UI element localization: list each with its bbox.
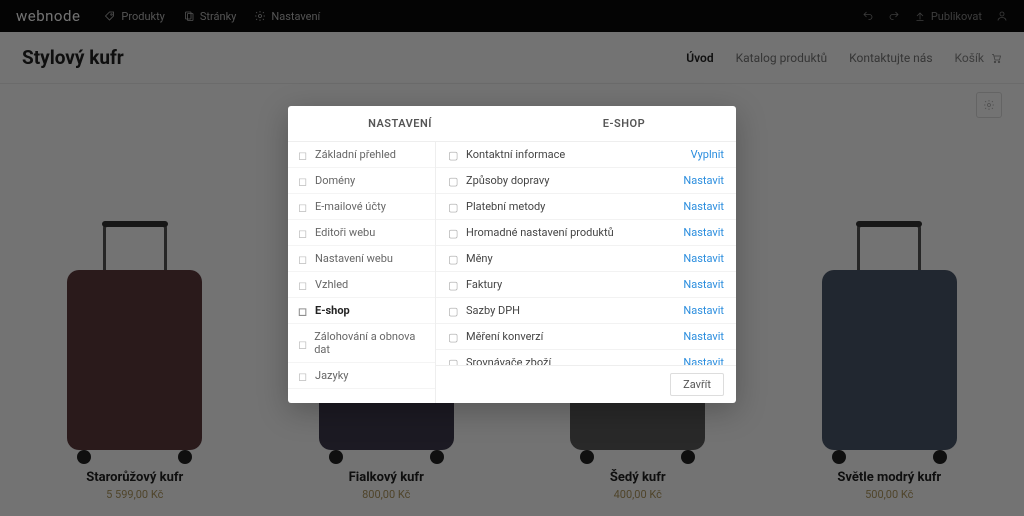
row-icon: ▢ xyxy=(448,175,459,186)
row-icon: ▢ xyxy=(448,331,459,342)
row-label: Hromadné nastavení produktů xyxy=(466,226,614,239)
sidebar-item-icon: ◻ xyxy=(298,305,309,316)
sidebar-item-icon: ◻ xyxy=(298,253,309,264)
sidebar-item-label: Editoři webu xyxy=(315,226,375,239)
modal-panel: ▢ Kontaktní informace Vyplnit ▢ Způsoby dopr… xyxy=(436,142,736,403)
row-action-link[interactable]: Nastavit xyxy=(683,304,724,317)
modal-sidebar: ◻Základní přehled◻Domény◻E-mailové účty◻… xyxy=(288,142,436,403)
row-icon: ▢ xyxy=(448,201,459,212)
sidebar-item[interactable]: ◻ Zálohování a obnova dat xyxy=(288,324,435,363)
row-label: Faktury xyxy=(466,278,502,291)
row-action-link[interactable]: Nastavit xyxy=(683,252,724,265)
settings-row: ▢ Srovnávače zboží Nastavit xyxy=(436,350,736,365)
sidebar-item[interactable]: ◻ Nastavení webu xyxy=(288,246,435,272)
close-button[interactable]: Zavřít xyxy=(670,373,724,396)
row-icon: ▢ xyxy=(448,305,459,316)
sidebar-item-label: Základní přehled xyxy=(315,148,396,161)
settings-row: ▢ Sazby DPH Nastavit xyxy=(436,298,736,324)
sidebar-item[interactable]: ◻ Vzhled xyxy=(288,272,435,298)
sidebar-item-icon: ◻ xyxy=(298,338,308,349)
row-icon: ▢ xyxy=(448,357,459,365)
settings-row: ▢ Hromadné nastavení produktů Nastavit xyxy=(436,220,736,246)
sidebar-item-icon: ◻ xyxy=(298,201,309,212)
row-label: Měny xyxy=(466,252,493,265)
sidebar-item[interactable]: ◻ Základní přehled xyxy=(288,142,435,168)
row-action-link[interactable]: Nastavit xyxy=(683,356,724,365)
settings-modal: NASTAVENÍ E-SHOP ◻ Základní přehled ◻ Domén… xyxy=(288,106,736,403)
modal-footer: Zavřít xyxy=(436,365,736,403)
row-action-link[interactable]: Nastavit xyxy=(683,174,724,187)
row-action-link[interactable]: Nastavit xyxy=(683,226,724,239)
row-label: Měření konverzí xyxy=(466,330,543,343)
sidebar-item[interactable]: ◻ Editoři webu xyxy=(288,220,435,246)
row-icon: ▢ xyxy=(448,253,459,264)
sidebar-item[interactable]: ◻ Domény xyxy=(288,168,435,194)
settings-row: ▢ Platební metody Nastavit xyxy=(436,194,736,220)
modal-body: ◻Základní přehled◻Domény◻E-mailové účty◻… xyxy=(288,142,736,403)
row-icon: ▢ xyxy=(448,149,459,160)
tab-eshop[interactable]: E-SHOP xyxy=(512,106,736,141)
row-action-link[interactable]: Nastavit xyxy=(683,330,724,343)
settings-row: ▢ Faktury Nastavit xyxy=(436,272,736,298)
settings-row: ▢ Způsoby dopravy Nastavit xyxy=(436,168,736,194)
sidebar-item-icon: ◻ xyxy=(298,370,309,381)
sidebar-item-label: Nastavení webu xyxy=(315,252,393,265)
settings-row: ▢ Měny Nastavit xyxy=(436,246,736,272)
sidebar-item[interactable]: ◻ E-mailové účty xyxy=(288,194,435,220)
sidebar-item-label: Jazyky xyxy=(315,369,349,382)
modal-overlay: NASTAVENÍ E-SHOP ◻ Základní přehled ◻ Domén… xyxy=(0,0,1024,516)
settings-row: ▢ Kontaktní informace Vyplnit xyxy=(436,142,736,168)
sidebar-item-icon: ◻ xyxy=(298,279,309,290)
sidebar-item-label: Vzhled xyxy=(315,278,348,291)
row-action-link[interactable]: Nastavit xyxy=(683,200,724,213)
sidebar-item-icon: ◻ xyxy=(298,227,309,238)
row-label: Sazby DPH xyxy=(466,304,520,317)
sidebar-item-icon: ◻ xyxy=(298,149,309,160)
row-label: Kontaktní informace xyxy=(466,148,565,161)
row-label: Způsoby dopravy xyxy=(466,174,549,187)
sidebar-item-label: Zálohování a obnova dat xyxy=(314,330,425,356)
row-icon: ▢ xyxy=(448,279,459,290)
sidebar-item-icon: ◻ xyxy=(298,175,309,186)
sidebar-item[interactable]: ◻ E-shop xyxy=(288,298,435,324)
row-icon: ▢ xyxy=(448,227,459,238)
tab-settings[interactable]: NASTAVENÍ xyxy=(288,106,512,141)
row-label: Srovnávače zboží xyxy=(466,356,551,365)
row-action-link[interactable]: Vyplnit xyxy=(691,148,724,161)
row-action-link[interactable]: Nastavit xyxy=(683,278,724,291)
sidebar-item-label: E-mailové účty xyxy=(315,200,386,213)
sidebar-item-label: Domény xyxy=(315,174,355,187)
modal-tabs: NASTAVENÍ E-SHOP xyxy=(288,106,736,142)
row-label: Platební metody xyxy=(466,200,545,213)
sidebar-item-label: E-shop xyxy=(315,304,350,317)
settings-row: ▢ Měření konverzí Nastavit xyxy=(436,324,736,350)
settings-list[interactable]: ▢ Kontaktní informace Vyplnit ▢ Způsoby dopr… xyxy=(436,142,736,365)
sidebar-item[interactable]: ◻ Jazyky xyxy=(288,363,435,389)
